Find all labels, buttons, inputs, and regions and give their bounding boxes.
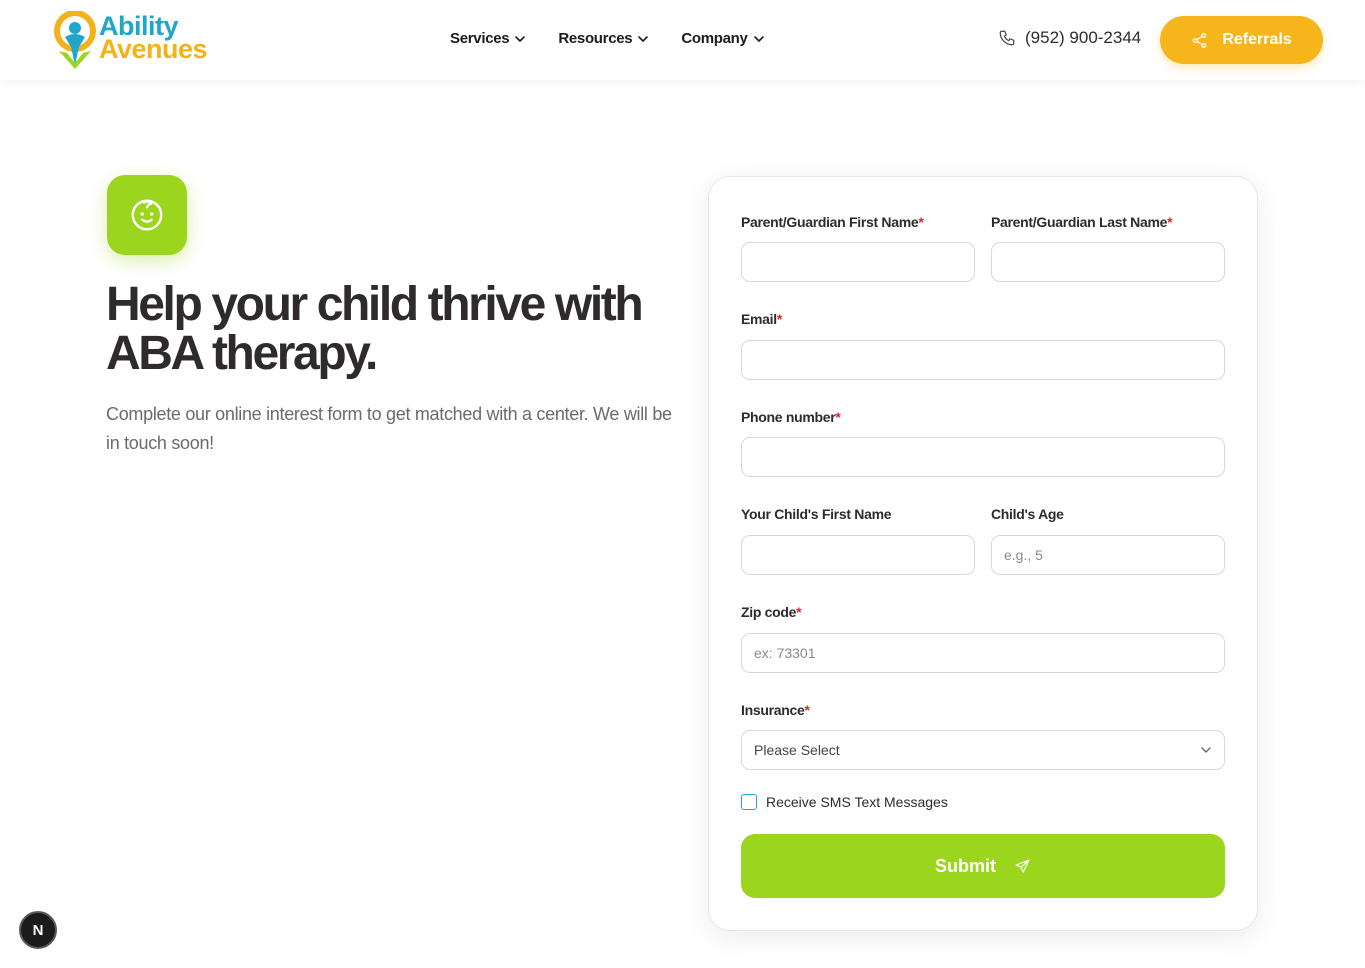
zip-input[interactable] <box>741 633 1225 673</box>
site-header: Ability Avenues Services Resources Compa… <box>0 0 1365 80</box>
page-subtitle: Complete our online interest form to get… <box>106 404 672 453</box>
chevron-down-icon <box>753 35 764 42</box>
sms-checkbox[interactable] <box>741 794 757 810</box>
nextjs-badge[interactable]: N <box>19 911 57 949</box>
last-name-input[interactable] <box>991 242 1225 282</box>
sms-label: Receive SMS Text Messages <box>766 794 948 810</box>
child-age-input[interactable] <box>991 535 1225 575</box>
logo-mark-icon <box>54 11 96 69</box>
main-nav: Services Resources Company <box>450 30 765 47</box>
baby-face-icon <box>131 199 163 231</box>
chevron-down-icon <box>638 35 649 42</box>
nav-item-services[interactable]: Services <box>450 30 526 47</box>
chevron-down-icon <box>1201 747 1211 753</box>
submit-button[interactable]: Submit <box>741 834 1225 898</box>
last-name-label: Parent/Guardian Last Name* <box>991 214 1173 230</box>
logo-line-2: Avenues <box>99 34 208 64</box>
send-icon <box>1015 859 1030 873</box>
phone-input[interactable] <box>741 437 1225 477</box>
interest-form: Parent/Guardian First Name* Parent/Guard… <box>708 176 1258 931</box>
insurance-value: Please Select <box>754 742 840 758</box>
nav-item-label: Resources <box>558 30 633 47</box>
email-input[interactable] <box>741 340 1225 380</box>
email-label: Email* <box>741 311 783 327</box>
child-age-label: Child's Age <box>991 506 1064 522</box>
chevron-down-icon <box>515 35 526 42</box>
phone-link[interactable]: (952) 900-2344 <box>998 28 1141 48</box>
page-title: Help your child thrive with ABA therapy. <box>106 278 644 380</box>
nav-item-label: Company <box>681 30 748 47</box>
phone-label: Phone number* <box>741 409 841 425</box>
logo-text: Ability Avenues <box>99 13 208 64</box>
referrals-label: Referrals <box>1222 31 1292 48</box>
nav-item-resources[interactable]: Resources <box>558 30 649 47</box>
referrals-button[interactable]: Referrals <box>1160 16 1323 64</box>
phone-number: (952) 900-2344 <box>1025 28 1142 47</box>
sms-opt-in[interactable]: Receive SMS Text Messages <box>741 794 948 810</box>
submit-label: Submit <box>935 855 996 876</box>
baby-face-icon-tile <box>107 175 187 255</box>
zip-label: Zip code* <box>741 604 802 620</box>
brand-logo[interactable]: Ability Avenues <box>53 11 223 71</box>
child-first-name-label: Your Child's First Name <box>741 506 892 522</box>
phone-icon <box>999 30 1015 46</box>
insurance-select[interactable]: Please Select <box>741 730 1225 770</box>
first-name-label: Parent/Guardian First Name* <box>741 214 924 230</box>
nav-item-company[interactable]: Company <box>681 30 764 47</box>
first-name-input[interactable] <box>741 242 975 282</box>
child-first-name-input[interactable] <box>741 535 975 575</box>
nav-item-label: Services <box>450 30 510 47</box>
insurance-label: Insurance* <box>741 702 810 718</box>
share-icon <box>1193 32 1207 48</box>
badge-letter: N <box>32 921 44 939</box>
